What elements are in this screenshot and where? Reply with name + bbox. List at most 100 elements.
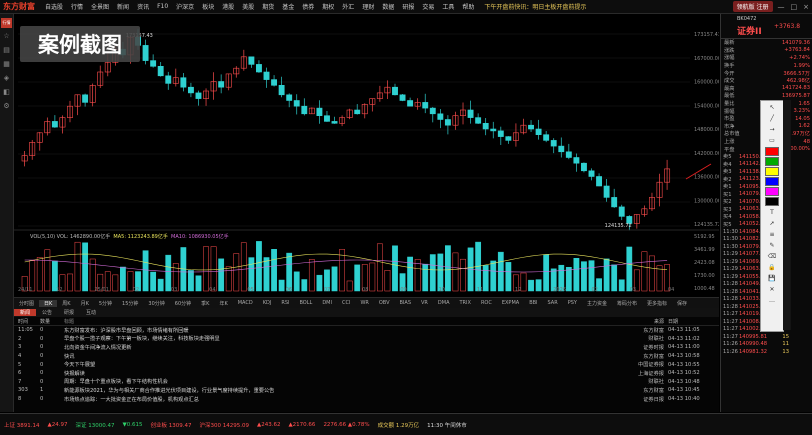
news-icon[interactable]: ▦ (1, 60, 12, 70)
ray-icon[interactable]: → (765, 125, 779, 134)
market-icon[interactable]: 行情 (1, 18, 12, 28)
chart-tab-7[interactable]: 60分钟 (170, 300, 196, 307)
date-axis: 24/11 12 25/01 02 03 04 05 06 07 08 09 10 11 12 2026 02… (14, 287, 704, 295)
color-swatch-2[interactable] (765, 167, 779, 176)
chart-tab-20[interactable]: DMA (433, 300, 455, 306)
menu-item-1[interactable]: 行情 (67, 2, 87, 11)
fib-icon[interactable]: ≡ (765, 230, 779, 239)
menu-item-6[interactable]: 沪深京 (172, 2, 198, 11)
pointer-icon[interactable]: ↖ (765, 103, 779, 112)
menu-item-12[interactable]: 债券 (298, 2, 318, 11)
chart-tab-19[interactable]: VR (416, 300, 433, 306)
close-button[interactable]: × (800, 3, 812, 11)
chart-tab-17[interactable]: OBV (374, 300, 395, 306)
news-row[interactable]: 3 0 北向资金午间净流入情况更新 证券时报 04-13 11:00 (14, 343, 719, 352)
chart-tab-2[interactable]: 周K (57, 300, 75, 307)
minimize-button[interactable]: — (775, 3, 788, 11)
news-time: 4 (18, 353, 22, 360)
eraser-icon[interactable]: ⌫ (765, 252, 779, 261)
menu-item-8[interactable]: 港股 (218, 2, 238, 11)
tools-icon[interactable]: ⚙ (1, 102, 12, 112)
chart-tab-26[interactable]: PSY (563, 300, 582, 306)
line-icon[interactable]: ╱ (765, 114, 779, 123)
menu-item-17[interactable]: 研报 (398, 2, 418, 11)
maximize-button[interactable]: □ (788, 3, 801, 11)
news-row[interactable]: 7 0 周期：早盘十个重点板块，看下午结构性机会 财联社 04-13 10:48 (14, 378, 719, 387)
news-row[interactable]: 303 1 新能源板块2021，华为与相关厂商合作推进光伏项目建设，行业景气度持续提… (14, 386, 719, 395)
menu-item-16[interactable]: 数据 (378, 2, 398, 11)
news-ticker[interactable]: 下午开盘前快讯：明日主板开盘前提示 (484, 2, 586, 11)
chart-tab-16[interactable]: WR (355, 300, 373, 306)
chart-tab-18[interactable]: BIAS (395, 300, 417, 306)
menu-item-9[interactable]: 美股 (238, 2, 258, 11)
pen-icon[interactable]: ✎ (765, 241, 779, 250)
chart-tab-12[interactable]: RSI (276, 300, 294, 306)
chart-tab-23[interactable]: EXPMA (497, 300, 524, 306)
menu-item-2[interactable]: 全景图 (87, 2, 113, 11)
chart-tab-0[interactable]: 分时图 (14, 300, 39, 307)
news-row[interactable]: 6 0 快报解读 上海证券报 04-13 10:52 (14, 369, 719, 378)
news-row[interactable]: 5 0 今天下午展望 中国证券报 04-13 10:55 (14, 360, 719, 369)
chart-tab-1[interactable]: 日K (39, 299, 58, 307)
chart-tab-15[interactable]: CCI (337, 300, 355, 306)
color-swatch-3[interactable] (765, 177, 779, 186)
menu-item-18[interactable]: 交易 (418, 2, 438, 11)
chart-tab-14[interactable]: DMI (317, 300, 337, 306)
menu-item-20[interactable]: 帮助 (458, 2, 478, 11)
news-tab-2[interactable]: 研报 (58, 309, 80, 316)
chart-tab-29[interactable]: 更多指标 (642, 300, 672, 307)
menu-item-0[interactable]: 自选股 (41, 2, 67, 11)
side-scroll-strip[interactable] (783, 100, 791, 330)
color-swatch-4[interactable] (765, 187, 779, 196)
chart-tab-4[interactable]: 5分钟 (94, 300, 117, 307)
delete-icon[interactable]: ✕ (765, 285, 779, 294)
chart-tab-11[interactable]: KDJ (258, 300, 277, 306)
menu-item-19[interactable]: 工具 (438, 2, 458, 11)
rect-icon[interactable]: ▭ (765, 136, 779, 145)
chart-tab-27[interactable]: 主力资金 (582, 300, 612, 307)
chart-tab-3[interactable]: 月K (76, 300, 94, 307)
lock-icon[interactable]: 🔒 (765, 263, 779, 272)
menu-item-10[interactable]: 期货 (258, 2, 278, 11)
save-icon[interactable]: 💾 (765, 274, 779, 283)
trade-icon[interactable]: ◈ (1, 74, 12, 84)
watchlist-icon[interactable]: ☆ (1, 32, 12, 42)
chart-tab-13[interactable]: BOLL (294, 300, 317, 306)
news-row[interactable]: 2 0 早盘个股一揽子观察：下午第一板块，继续关注，科技板块走强明显 财联社 04-13… (14, 335, 719, 344)
chart-icon[interactable]: ▤ (1, 46, 12, 56)
menu-item-5[interactable]: F10 (153, 3, 172, 10)
arrow-icon[interactable]: ➚ (765, 219, 779, 228)
chart-tab-28[interactable]: 筹码分布 (612, 300, 642, 307)
chart-tab-10[interactable]: MACD (233, 300, 258, 306)
orderbook-price: 140990.48 (739, 341, 768, 348)
news-row[interactable]: 4 0 快讯 东方财富 04-13 10:58 (14, 352, 719, 361)
color-swatch-5[interactable] (765, 197, 779, 206)
menu-item-14[interactable]: 外汇 (338, 2, 358, 11)
chart-tab-9[interactable]: 年K (214, 300, 232, 307)
chart-tab-24[interactable]: BBI (524, 300, 542, 306)
news-tab-1[interactable]: 公告 (36, 309, 58, 316)
text-icon[interactable]: T (765, 208, 779, 217)
chart-tab-22[interactable]: ROC (476, 300, 497, 306)
chart-tab-25[interactable]: SAR (543, 300, 563, 306)
news-row[interactable]: 8 0 市场热点追踪：一大批资金正在布局价值股，机构观点汇总 证券日报 04-13 10… (14, 395, 719, 404)
menu-item-11[interactable]: 基金 (278, 2, 298, 11)
more-icon[interactable]: … (765, 296, 779, 305)
chart-tab-30[interactable]: 保存 (672, 300, 692, 307)
menu-item-15[interactable]: 理财 (358, 2, 378, 11)
chart-tab-5[interactable]: 15分钟 (117, 300, 143, 307)
color-swatch-0[interactable] (765, 147, 779, 156)
news-tab-3[interactable]: 互动 (80, 309, 102, 316)
color-swatch-1[interactable] (765, 157, 779, 166)
brand-button[interactable]: 领航版 注册 (732, 1, 773, 12)
news-row[interactable]: 11:05 0 东方财富发布：沪深股市早盘回顾，市场情绪有所回暖 东方财富 04-13 … (14, 326, 719, 335)
chart-tab-6[interactable]: 30分钟 (143, 300, 169, 307)
menu-item-13[interactable]: 期权 (318, 2, 338, 11)
data-icon[interactable]: ◧ (1, 88, 12, 98)
chart-tab-21[interactable]: TRIX (455, 300, 476, 306)
menu-item-3[interactable]: 新闻 (113, 2, 133, 11)
news-tab-0[interactable]: 新闻 (14, 309, 37, 316)
menu-item-4[interactable]: 资讯 (133, 2, 153, 11)
chart-tab-8[interactable]: 季K (196, 300, 214, 307)
menu-item-7[interactable]: 板块 (198, 2, 218, 11)
